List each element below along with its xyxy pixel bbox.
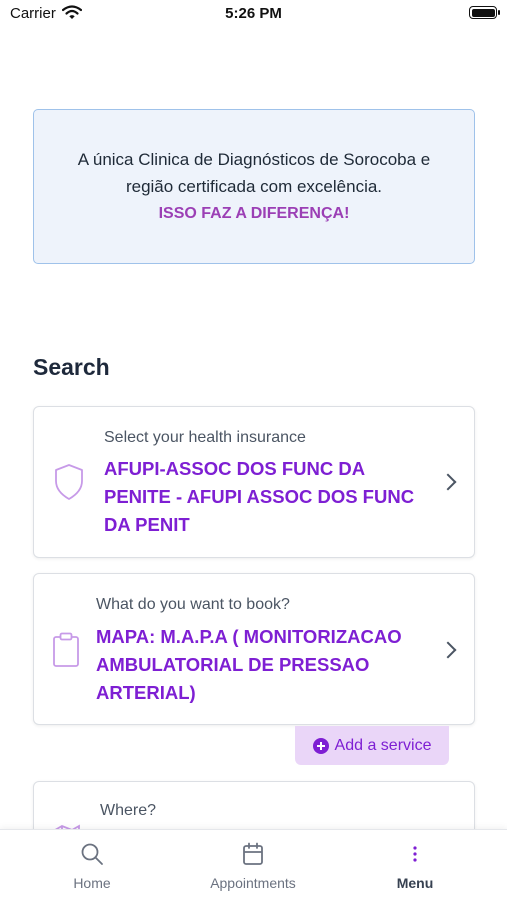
certification-banner: A única Clinica de Diagnósticos de Soroc… <box>33 109 475 264</box>
calendar-icon <box>242 842 264 866</box>
service-value-line: AMBULATORIAL DE PRESSAO <box>96 654 370 675</box>
battery-icon <box>469 6 500 19</box>
more-vertical-icon <box>412 842 418 866</box>
service-label: What do you want to book? <box>96 596 290 613</box>
insurance-value-line: PENITE - AFUPI ASSOC DOS FUNC <box>104 486 415 507</box>
tab-appointments[interactable]: Appointments <box>193 830 313 901</box>
insurance-label: Select your health insurance <box>104 429 306 446</box>
plus-circle-icon <box>312 737 329 754</box>
location-label: Where? <box>100 802 157 819</box>
service-value-line: ARTERIAL) <box>96 682 196 703</box>
shield-icon <box>53 463 85 506</box>
service-value: MAPA: M.A.P.A ( MONITORIZACAO AMBULATORI… <box>96 623 402 707</box>
tab-menu-label: Menu <box>396 875 434 891</box>
insurance-value-line: DA PENIT <box>104 514 190 535</box>
tab-home[interactable]: Home <box>52 830 132 901</box>
chevron-right-icon <box>439 641 457 659</box>
insurance-selector-card[interactable]: Select your health insurance AFUPI-ASSOC… <box>33 406 475 558</box>
clock-time: 5:26 PM <box>225 5 282 22</box>
clipboard-icon <box>52 632 80 673</box>
tab-home-label: Home <box>73 875 111 891</box>
tab-bar: Home Appointments Menu <box>0 829 507 901</box>
chevron-right-icon <box>439 473 457 491</box>
insurance-value: AFUPI-ASSOC DOS FUNC DA PENITE - AFUPI A… <box>104 455 414 539</box>
service-value-line: MAPA: M.A.P.A ( MONITORIZACAO <box>96 626 402 647</box>
tab-menu[interactable]: Menu <box>375 830 455 901</box>
search-icon <box>80 842 104 866</box>
add-service-label: Add a service <box>334 736 432 754</box>
search-title: Search <box>33 354 110 380</box>
service-selector-card[interactable]: What do you want to book? MAPA: M.A.P.A … <box>33 573 475 725</box>
banner-line-2: região certificada com excelência. <box>125 177 383 196</box>
banner-highlight: ISSO FAZ A DIFERENÇA! <box>158 205 350 222</box>
insurance-value-line: AFUPI-ASSOC DOS FUNC DA <box>104 458 366 479</box>
banner-line-1: A única Clinica de Diagnósticos de Soroc… <box>77 150 431 169</box>
status-bar: Carrier 5:26 PM <box>0 0 507 28</box>
add-service-button[interactable]: Add a service <box>295 726 449 765</box>
tab-appointments-label: Appointments <box>210 875 296 891</box>
